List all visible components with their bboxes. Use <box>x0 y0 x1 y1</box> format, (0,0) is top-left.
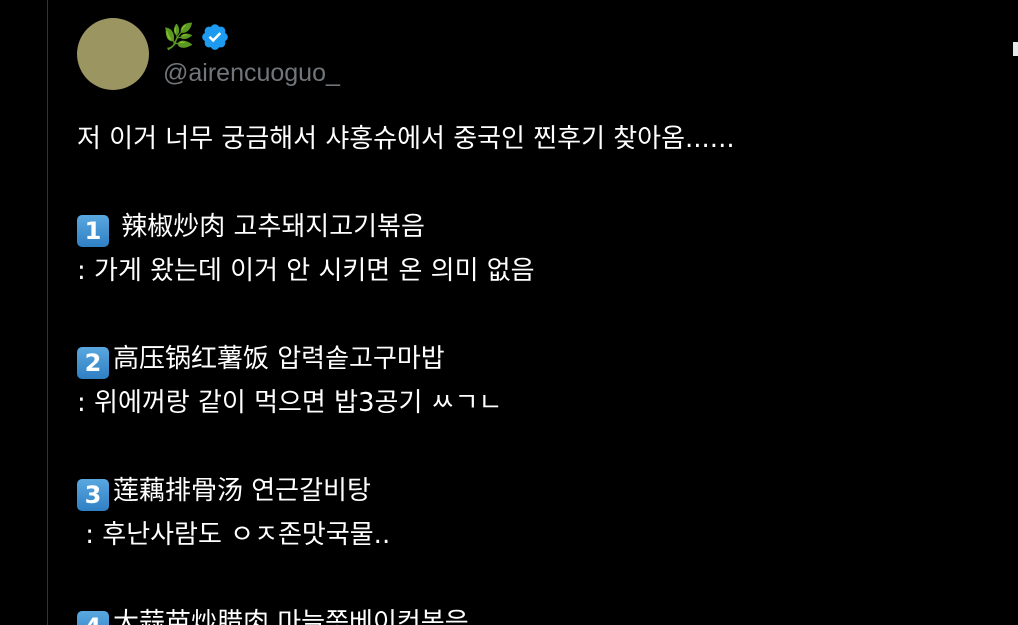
item-title-text: 大蒜苗炒腊肉 마늘쫑베이컨볶음 <box>113 608 469 625</box>
keycap-number-icon: 3 <box>77 479 109 511</box>
tweet-intro: 저 이거 너무 궁금해서 샤홍슈에서 중국인 찐후기 찾아옴...... <box>77 124 735 154</box>
item-title-text: 高压锅红薯饭 압력솥고구마밥 <box>113 344 445 374</box>
list-item-comment: : 가게 왔는데 이거 안 시키면 온 의미 없음 <box>77 256 535 286</box>
author-display-name[interactable]: 🌿 <box>163 22 194 52</box>
verified-badge-icon <box>202 24 228 50</box>
list-item-comment: : 후난사람도 ㅇㅈ존맛국물.. <box>77 520 391 550</box>
item-title-text: 辣椒炒肉 고추돼지고기볶음 <box>113 212 425 242</box>
keycap-number-icon: 1 <box>77 215 109 247</box>
list-item-title: 1 辣椒炒肉 고추돼지고기볶음 <box>77 205 1007 249</box>
keycap-number-icon: 2 <box>77 347 109 379</box>
list-item-title: 2 高压锅红薯饭 압력솥고구마밥 <box>77 337 1007 381</box>
avatar[interactable] <box>77 18 149 90</box>
tweet-text: 저 이거 너무 궁금해서 샤홍슈에서 중국인 찐후기 찾아옴...... 1 辣… <box>77 117 1007 625</box>
author-handle[interactable]: @airencuoguo_ <box>163 58 340 88</box>
list-item-comment: : 위에꺼랑 같이 먹으면 밥3공기 ㅆㄱㄴ <box>77 388 503 418</box>
list-item-title: 3 莲藕排骨汤 연근갈비탕 <box>77 469 1007 513</box>
scrollbar-thumb[interactable] <box>1013 42 1018 56</box>
list-item-title: 4 大蒜苗炒腊肉 마늘쫑베이컨볶음 <box>77 601 1007 625</box>
author-name-row[interactable]: 🌿 <box>163 22 230 52</box>
timeline-divider <box>47 0 48 625</box>
keycap-number-icon: 4 <box>77 611 109 625</box>
item-title-text: 莲藕排骨汤 연근갈비탕 <box>113 476 371 506</box>
